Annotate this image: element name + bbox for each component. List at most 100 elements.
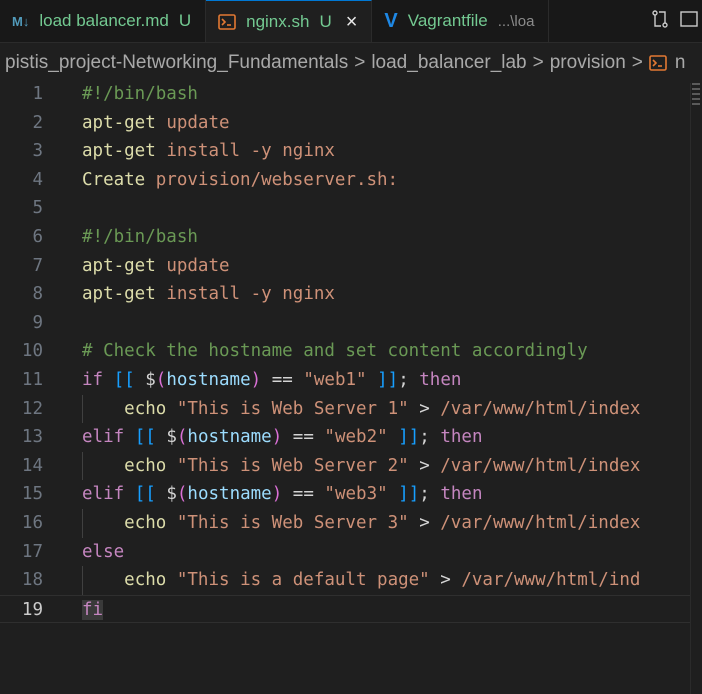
code-text: elif [[ $(hostname) == "web3" ]]; then (82, 480, 483, 509)
code-token: install (166, 141, 241, 162)
shell-icon (649, 55, 667, 71)
code-token: then (440, 427, 483, 448)
code-line[interactable]: 11 if [[ $(hostname) == "web1" ]]; then (0, 366, 690, 395)
breadcrumb-folder[interactable]: load_balancer_lab (371, 52, 526, 74)
code-token: apt-get (82, 141, 156, 162)
code-line[interactable]: 9 (0, 309, 690, 338)
code-line[interactable]: 8 apt-get install -y nginx (0, 280, 690, 309)
code-token: -y (250, 284, 272, 305)
code-text: elif [[ $(hostname) == "web2" ]]; then (82, 423, 483, 452)
code-line[interactable]: 5 (0, 194, 690, 223)
code-token: /var/www/html/index (440, 455, 641, 476)
code-text: apt-get install -y nginx (82, 137, 335, 166)
code-line[interactable]: 13 elif [[ $(hostname) == "web2" ]]; then (0, 423, 690, 452)
tab-nginx-sh[interactable]: nginx.sh U × (206, 0, 373, 42)
code-text: Create provision/webserver.sh: (82, 166, 398, 195)
code-line[interactable]: 3 apt-get install -y nginx (0, 137, 690, 166)
code-token: -y (250, 141, 272, 162)
code-token: ]] (377, 370, 399, 390)
breadcrumb-file[interactable]: n (675, 52, 686, 74)
code-token: "This is Web Server 3" (176, 513, 409, 533)
code-line[interactable]: 10 # Check the hostname and set content a… (0, 337, 690, 366)
editor-scrollbar[interactable] (690, 83, 702, 694)
code-text: echo "This is a default page" > /var/www… (82, 566, 640, 595)
breadcrumb-folder[interactable]: provision (550, 52, 626, 74)
code-token: $ (166, 484, 177, 505)
code-text: if [[ $(hostname) == "web1" ]]; then (82, 366, 461, 395)
line-number: 3 (32, 141, 43, 162)
code-token: echo (124, 513, 167, 533)
code-line[interactable]: 16 echo "This is Web Server 3" > /var/ww… (0, 509, 690, 538)
tab-load-balancer-md[interactable]: M↓ load balancer.md U (0, 0, 207, 42)
code-token: ) (250, 370, 262, 390)
line-number: 7 (32, 255, 43, 276)
markdown-icon: M↓ (12, 13, 30, 29)
code-token: update (166, 255, 230, 276)
tab-vagrantfile[interactable]: V Vagrantfile ...\loa (372, 0, 550, 42)
code-line[interactable]: 12 echo "This is Web Server 1" > /var/ww… (0, 394, 690, 424)
code-token: == (261, 370, 304, 390)
code-line[interactable]: 19 fi (0, 594, 690, 624)
code-line[interactable]: 2 apt-get update (0, 109, 690, 138)
line-number: 16 (21, 513, 43, 533)
code-token: /var/www/html/index (440, 398, 641, 419)
code-token: apt-get (82, 284, 156, 305)
line-number: 9 (32, 312, 43, 333)
code-token: ]] (398, 484, 420, 505)
code-token: apt-get (82, 255, 156, 276)
tab-label: load balancer.md (39, 11, 169, 30)
code-line[interactable]: 4 Create provision/webserver.sh: (0, 166, 690, 195)
code-line[interactable]: 15 elif [[ $(hostname) == "web3" ]]; then (0, 480, 690, 509)
breadcrumb-separator: > (532, 52, 544, 73)
code-token: "This is a default page" (176, 570, 430, 591)
code-line[interactable]: 18 echo "This is a default page" > /var/… (0, 566, 690, 595)
code-token: "This is Web Server 1" (176, 398, 409, 419)
code-token: $ (145, 370, 156, 390)
line-number: 4 (32, 169, 43, 190)
code-token: hostname (166, 370, 251, 390)
code-text: # Check the hostname and set content acc… (82, 337, 588, 366)
code-token: elif (82, 484, 125, 505)
code-text: #!/bin/bash (82, 80, 198, 109)
close-icon[interactable]: × (346, 12, 358, 32)
editor-tab-bar: M↓ load balancer.md U nginx.sh U × V Vag… (0, 0, 702, 43)
code-token: ( (176, 484, 188, 505)
code-token: echo (124, 570, 167, 591)
split-editor-icon[interactable] (680, 10, 698, 33)
code-text: echo "This is Web Server 1" > /var/www/h… (82, 395, 640, 424)
code-line[interactable]: 7 apt-get update (0, 252, 690, 281)
code-token: echo (124, 398, 167, 419)
line-number: 13 (21, 427, 43, 448)
code-line[interactable]: 6 #!/bin/bash (0, 223, 690, 252)
code-token: apt-get (82, 112, 156, 133)
code-token: echo (124, 455, 167, 476)
code-token: if (82, 370, 104, 390)
code-token: ) (271, 427, 283, 448)
code-line[interactable]: 1 #!/bin/bash (0, 80, 690, 109)
code-editor[interactable]: 1 #!/bin/bash 2 apt-get update 3 apt-get inst… (0, 83, 690, 694)
breadcrumb-project[interactable]: pistis_project-Networking_Fundamentals (5, 52, 348, 74)
code-token: "web3" (324, 484, 388, 505)
line-number: 5 (32, 198, 43, 219)
breadcrumb: pistis_project-Networking_Fundamentals >… (0, 43, 702, 83)
code-token: ) (271, 484, 283, 505)
code-token: hostname (187, 484, 272, 505)
line-number: 11 (21, 370, 43, 390)
compare-changes-icon[interactable] (650, 9, 670, 34)
tab-actions (642, 0, 702, 42)
code-line[interactable]: 14 echo "This is Web Server 2" > /var/ww… (0, 451, 690, 481)
tab-label: nginx.sh (246, 11, 310, 31)
code-token: elif (82, 427, 125, 448)
code-line[interactable]: 17 else (0, 538, 690, 567)
code-token: /var/www/html/ind (461, 570, 641, 591)
